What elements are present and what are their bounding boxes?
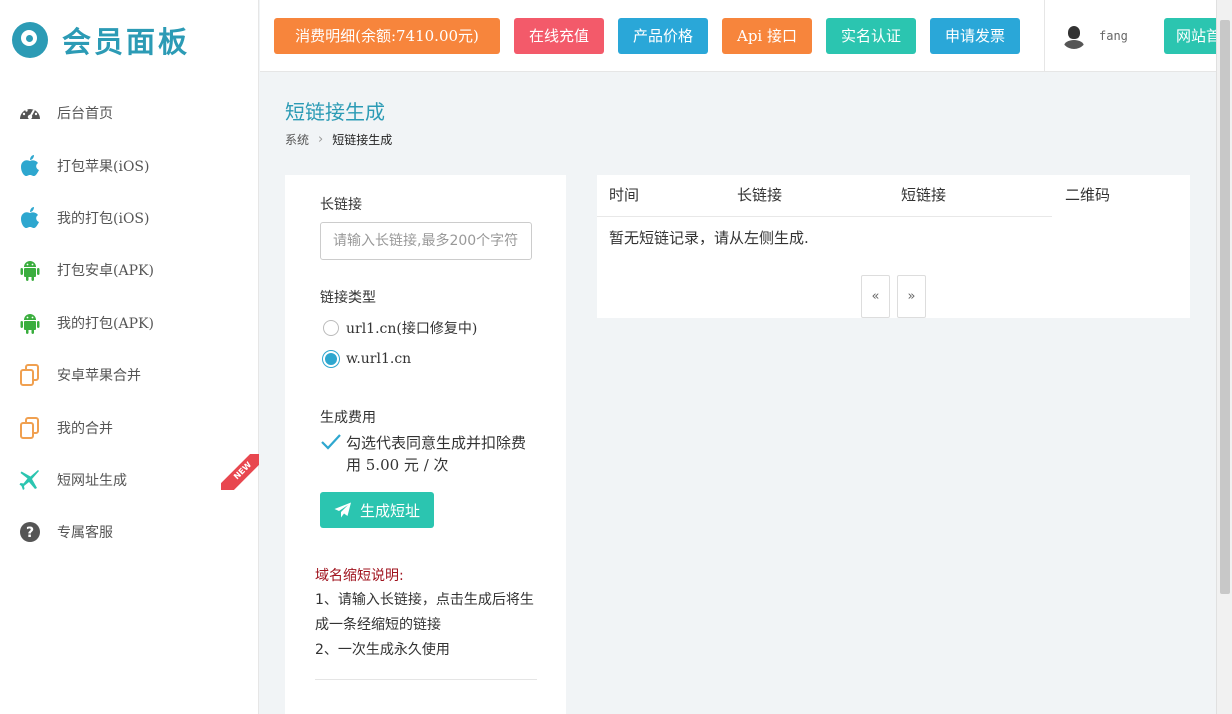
radio-label: w.url1.cn (346, 351, 412, 367)
column-header-short-url: 短链接 (901, 186, 947, 204)
pagination-prev-button[interactable]: « (861, 275, 890, 318)
column-header-qrcode: 二维码 (1065, 186, 1111, 204)
invoice-button[interactable]: 申请发票 (930, 18, 1020, 54)
top-header: 消费明细(余额:7410.00元) 在线充值 产品价格 Api 接口 实名认证 … (260, 0, 1216, 72)
sidebar-item-label: 我的打包(iOS) (57, 210, 150, 227)
page-scrollbar[interactable] (1216, 0, 1232, 714)
site-home-button[interactable]: 网站首页 (1164, 18, 1216, 54)
radio-unchecked[interactable] (323, 320, 339, 336)
verification-button[interactable]: 实名认证 (826, 18, 916, 54)
dashboard-icon (17, 100, 43, 126)
generate-button-label: 生成短址 (359, 501, 420, 520)
apple-icon (17, 153, 43, 179)
username: fang (1099, 29, 1128, 43)
checkmark-icon (321, 434, 341, 450)
breadcrumb-current: 短链接生成 (332, 133, 393, 147)
page-title: 短链接生成 (285, 100, 385, 124)
radio-checked[interactable] (323, 351, 339, 367)
link-type-option-url1[interactable]: url1.cn(接口修复中) (323, 318, 477, 338)
send-icon (334, 502, 351, 518)
note-title: 域名缩短说明: (315, 568, 404, 584)
generate-short-url-button[interactable]: 生成短址 (320, 492, 434, 528)
sidebar-item-label: 打包安卓(APK) (57, 263, 154, 280)
fee-agreement-checkbox[interactable]: 勾选代表同意生成并扣除费用 5.00 元 / 次 (320, 432, 540, 476)
consumption-detail-button[interactable]: 消费明细(余额:7410.00元) (274, 18, 500, 54)
product-price-button[interactable]: 产品价格 (618, 18, 708, 54)
sidebar-item-label: 打包苹果(iOS) (57, 158, 150, 175)
sidebar-item-ios-build[interactable]: 打包苹果(iOS) (0, 139, 259, 191)
android-icon (17, 310, 43, 336)
long-url-label: 长链接 (320, 197, 362, 213)
long-url-input[interactable] (320, 222, 532, 260)
note-line: 1、请输入长链接，点击生成后将生成一条经缩短的链接 (315, 592, 534, 633)
copy-icon (17, 362, 43, 388)
apple-icon (17, 205, 43, 231)
sidebar-item-short-url[interactable]: 短网址生成 NEW (0, 453, 259, 506)
pagination-next-button[interactable]: » (897, 275, 926, 318)
logo-text: 会员面板 (62, 25, 191, 59)
recharge-button[interactable]: 在线充值 (514, 18, 604, 54)
logo[interactable]: 会员面板 (12, 20, 190, 60)
column-header-time: 时间 (609, 186, 640, 204)
sidebar-item-label: 专属客服 (57, 525, 113, 542)
android-icon (17, 257, 43, 283)
sidebar-item-my-apk[interactable]: 我的打包(APK) (0, 297, 259, 349)
column-header-long-url: 长链接 (737, 186, 783, 204)
short-link-table: 时间 长链接 短链接 二维码 暂无短链记录，请从左侧生成. « » (597, 175, 1190, 318)
divider (315, 679, 537, 680)
chevron-right-icon: › (318, 132, 324, 147)
breadcrumb: 系统 › 短链接生成 (285, 131, 392, 148)
api-button[interactable]: Api 接口 (722, 18, 812, 54)
sidebar-item-my-merge[interactable]: 我的合并 (0, 401, 259, 453)
fee-label: 生成费用 (320, 410, 376, 426)
sidebar-item-label: 短网址生成 (57, 472, 127, 489)
sidebar-item-merge[interactable]: 安卓苹果合并 (0, 349, 259, 401)
user-menu[interactable]: fang (1044, 0, 1128, 72)
fee-agreement-text: 勾选代表同意生成并扣除费用 5.00 元 / 次 (346, 434, 527, 474)
breadcrumb-root[interactable]: 系统 (285, 131, 309, 148)
sidebar-item-dashboard[interactable]: 后台首页 (0, 87, 259, 139)
sidebar: 会员面板 后台首页 打包苹果(iOS) 我的打包(iOS) 打包安卓(APK) (0, 0, 259, 714)
radio-label: url1.cn(接口修复中) (346, 321, 478, 337)
sidebar-item-label: 后台首页 (57, 106, 113, 123)
sidebar-item-label: 安卓苹果合并 (57, 368, 141, 385)
logo-icon (12, 22, 48, 58)
short-link-form: 长链接 链接类型 url1.cn(接口修复中) w.url1.cn 生成费用 勾… (285, 175, 566, 714)
help-icon: ? (17, 519, 43, 545)
copy-icon (17, 415, 43, 441)
scroll-thumb[interactable] (1220, 20, 1230, 594)
sidebar-nav: 后台首页 打包苹果(iOS) 我的打包(iOS) 打包安卓(APK) 我的打包(… (0, 87, 259, 559)
link-type-label: 链接类型 (320, 290, 376, 306)
avatar[interactable] (1061, 23, 1087, 49)
sidebar-item-label: 我的合并 (57, 420, 113, 437)
sidebar-item-support[interactable]: ? 专属客服 (0, 506, 259, 558)
link-type-option-w-url1[interactable]: w.url1.cn (323, 351, 411, 367)
empty-message: 暂无短链记录，请从左侧生成. (609, 229, 809, 247)
new-badge: NEW (221, 453, 259, 490)
sidebar-item-my-ios[interactable]: 我的打包(iOS) (0, 192, 259, 244)
plane-icon (17, 467, 43, 493)
header-divider (597, 216, 1052, 217)
note-line: 2、一次生成永久使用 (315, 642, 450, 658)
svg-text:?: ? (26, 525, 34, 541)
sidebar-item-label: 我的打包(APK) (57, 315, 154, 332)
sidebar-item-apk-build[interactable]: 打包安卓(APK) (0, 244, 259, 296)
